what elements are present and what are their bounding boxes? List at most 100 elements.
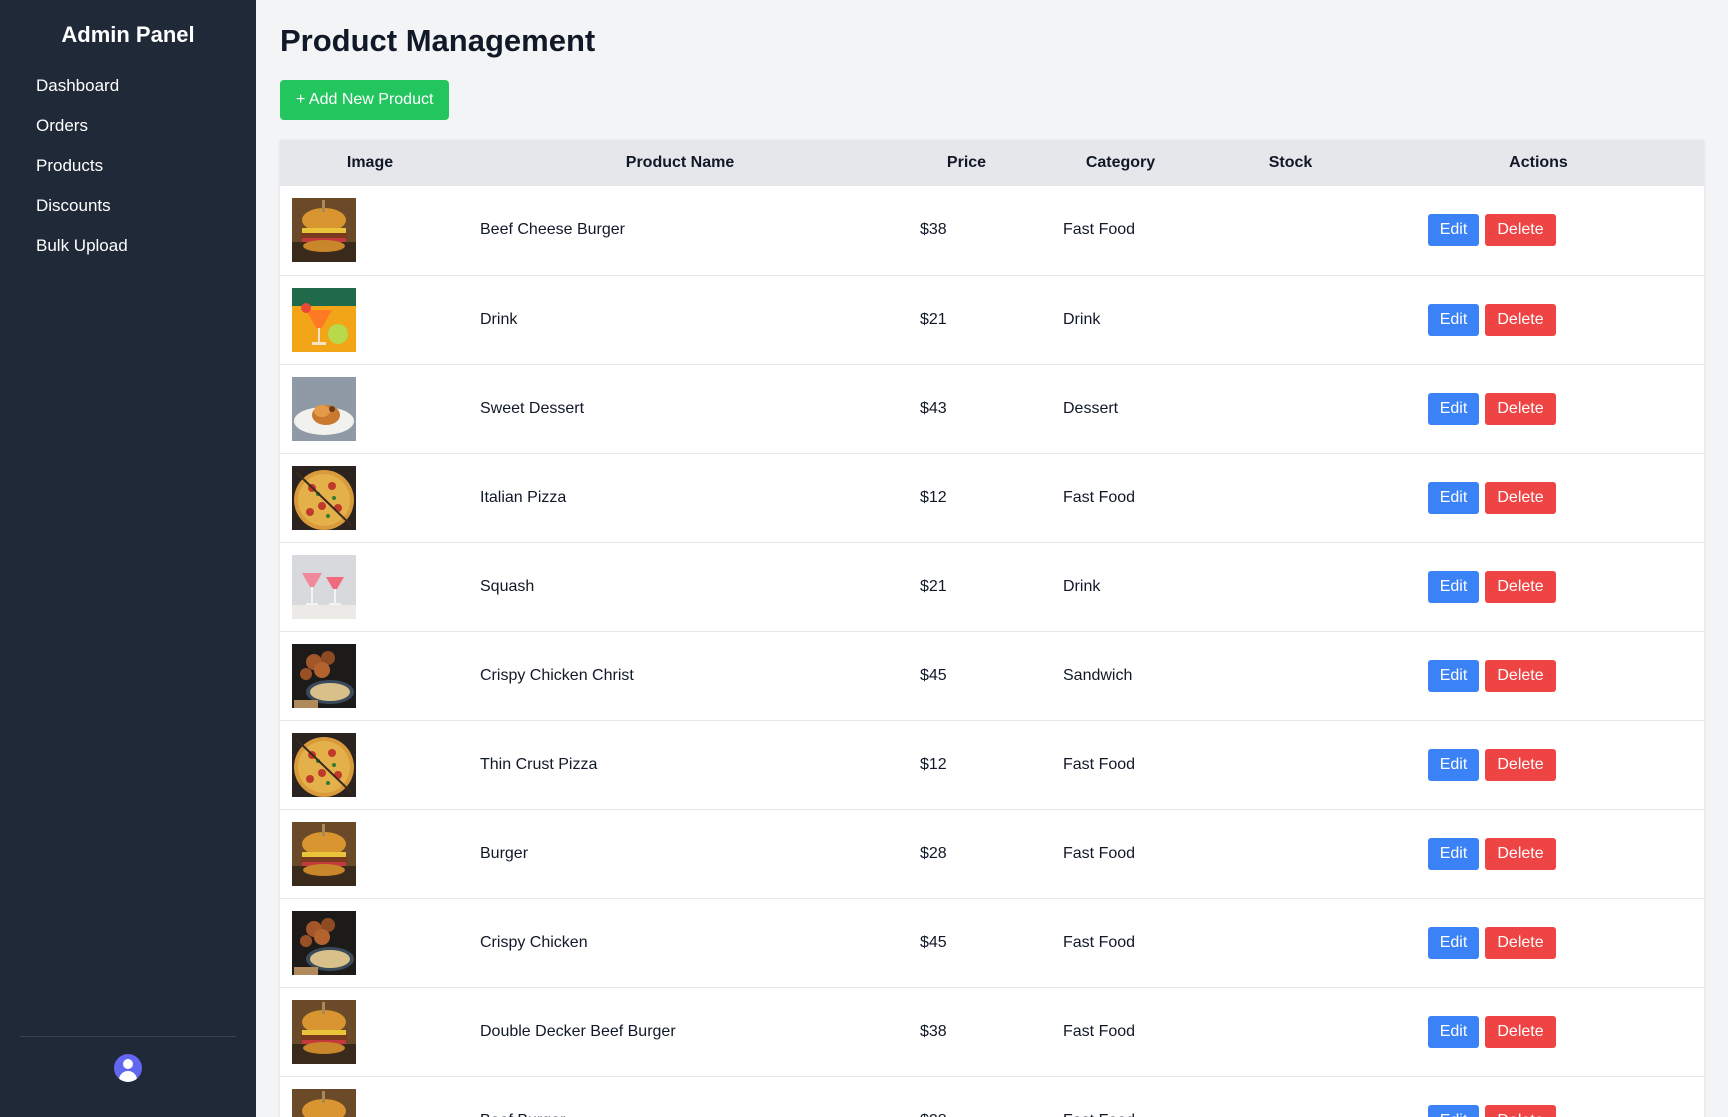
delete-button[interactable]: Delete: [1485, 659, 1556, 692]
sidebar-item-products[interactable]: Products: [0, 146, 256, 186]
page-title: Product Management: [280, 23, 596, 58]
column-header-category: Category: [1085, 154, 1156, 171]
delete-button[interactable]: Delete: [1485, 837, 1556, 870]
delete-button[interactable]: Delete: [1485, 481, 1556, 514]
column-header-product-name: Product Name: [625, 154, 735, 171]
product-actions: EditDelete: [1373, 542, 1704, 631]
product-thumbnail: [292, 376, 356, 441]
sidebar-item-orders[interactable]: Orders: [0, 106, 256, 146]
product-image-cell: [280, 364, 460, 453]
delete-button[interactable]: Delete: [1485, 1104, 1556, 1117]
products-table: Image Product Name Price Category Stock …: [280, 140, 1704, 1117]
table-row: Italian Pizza $12 Fast Food Edit Delete: [280, 453, 1704, 542]
product-name: Italian Pizza: [480, 488, 567, 506]
product-stock: [1208, 1076, 1373, 1117]
product-stock: [1208, 364, 1373, 453]
add-new-product-button[interactable]: + Add New Product: [280, 80, 450, 120]
product-category: Drink: [1063, 310, 1101, 328]
product-price: $28: [900, 1076, 1033, 1117]
product-price: $45: [920, 933, 947, 951]
product-image-cell: [280, 631, 460, 720]
delete-button[interactable]: Delete: [1485, 392, 1556, 425]
product-category: Fast Food: [1063, 933, 1136, 951]
product-thumbnail: [292, 732, 356, 797]
edit-button[interactable]: Edit: [1428, 214, 1479, 247]
product-actions: EditDelete: [1373, 453, 1704, 542]
product-price: $21: [920, 577, 947, 595]
product-name: Double Decker Beef Burger: [480, 1022, 676, 1040]
product-thumbnail: [292, 465, 356, 530]
product-thumbnail: [292, 643, 356, 708]
product-actions: EditDelete: [1373, 987, 1704, 1076]
product-category: Fast Food: [1063, 1022, 1136, 1040]
table-row: Sweet Dessert $43 Dessert Edit Delete: [280, 364, 1704, 453]
edit-button[interactable]: Edit: [1428, 837, 1479, 870]
table-header: Image Product Name Price Category Stock …: [280, 140, 1704, 186]
table-row: Beef Cheese Burger $38 Fast Food Edit Delete: [280, 186, 1704, 275]
product-price: $43: [920, 399, 947, 417]
sidebar-divider: [20, 1036, 236, 1037]
edit-button[interactable]: Edit: [1428, 303, 1479, 336]
product-category: Dessert: [1063, 399, 1119, 417]
product-image-cell: [280, 542, 460, 631]
product-name: Crispy Chicken Christ: [480, 666, 634, 684]
product-price: $45: [920, 666, 947, 684]
product-stock: [1208, 809, 1373, 898]
product-image-cell: [280, 987, 460, 1076]
product-actions: EditDelete: [1373, 898, 1704, 987]
product-stock: [1208, 275, 1373, 364]
edit-button[interactable]: Edit: [1428, 392, 1479, 425]
product-category: Fast Food: [1063, 844, 1136, 862]
avatar-body: [119, 1071, 137, 1082]
product-actions: EditDelete: [1373, 809, 1704, 898]
product-thumbnail: [292, 821, 356, 886]
avatar-head: [123, 1059, 133, 1069]
delete-button[interactable]: Delete: [1485, 748, 1556, 781]
edit-button[interactable]: Edit: [1428, 748, 1479, 781]
edit-button[interactable]: Edit: [1428, 481, 1479, 514]
product-thumbnail: [292, 1088, 356, 1117]
product-thumbnail: [292, 999, 356, 1064]
products-table-container: Image Product Name Price Category Stock …: [280, 140, 1704, 1117]
table-row: Burger $28 Fast Food Edit Delete: [280, 809, 1704, 898]
user-avatar-icon[interactable]: [114, 1054, 142, 1082]
table-row: Thin Crust Pizza $12 Fast Food Edit Delete: [280, 720, 1704, 809]
column-header-stock: Stock: [1268, 154, 1313, 171]
edit-button[interactable]: Edit: [1428, 570, 1479, 603]
edit-button[interactable]: Edit: [1428, 926, 1479, 959]
sidebar-nav: Dashboard Orders Products Discounts Bulk…: [0, 66, 256, 266]
product-actions: EditDelete: [1373, 720, 1704, 809]
product-name: Squash: [480, 577, 535, 595]
sidebar-item-dashboard[interactable]: Dashboard: [0, 66, 256, 106]
delete-button[interactable]: Delete: [1485, 1015, 1556, 1048]
table-row: Double Decker Beef Burger $38 Fast Food Edi…: [280, 987, 1704, 1076]
product-image-cell: [280, 720, 460, 809]
delete-button[interactable]: Delete: [1485, 570, 1556, 603]
product-image-cell: [280, 186, 460, 275]
table-row: Squash $21 Drink Edit Delete: [280, 542, 1704, 631]
delete-button[interactable]: Delete: [1485, 214, 1556, 247]
product-image-cell: [280, 898, 460, 987]
product-stock: [1208, 898, 1373, 987]
delete-button[interactable]: Delete: [1485, 926, 1556, 959]
product-thumbnail: [292, 287, 356, 352]
product-category: Fast Food: [1063, 755, 1136, 773]
edit-button[interactable]: Edit: [1428, 659, 1479, 692]
product-price: $12: [920, 488, 947, 506]
product-name: Drink: [480, 310, 518, 328]
product-thumbnail: [292, 554, 356, 619]
product-category: Fast Food: [1033, 1076, 1208, 1117]
edit-button[interactable]: Edit: [1428, 1015, 1479, 1048]
product-image-cell: [280, 1076, 460, 1117]
sidebar-item-bulk-upload[interactable]: Bulk Upload: [0, 226, 256, 266]
product-actions: EditDelete: [1373, 275, 1704, 364]
product-name: Thin Crust Pizza: [480, 755, 598, 773]
product-name: Crispy Chicken: [480, 933, 588, 951]
product-price: $21: [920, 310, 947, 328]
table-body: Beef Cheese Burger $38 Fast Food Edit Delete…: [280, 186, 1704, 1117]
sidebar: Admin Panel Dashboard Orders Products Di…: [0, 0, 256, 1117]
delete-button[interactable]: Delete: [1485, 303, 1556, 336]
column-header-price: Price: [946, 154, 987, 171]
edit-button[interactable]: Edit: [1428, 1104, 1479, 1117]
sidebar-item-discounts[interactable]: Discounts: [0, 186, 256, 226]
